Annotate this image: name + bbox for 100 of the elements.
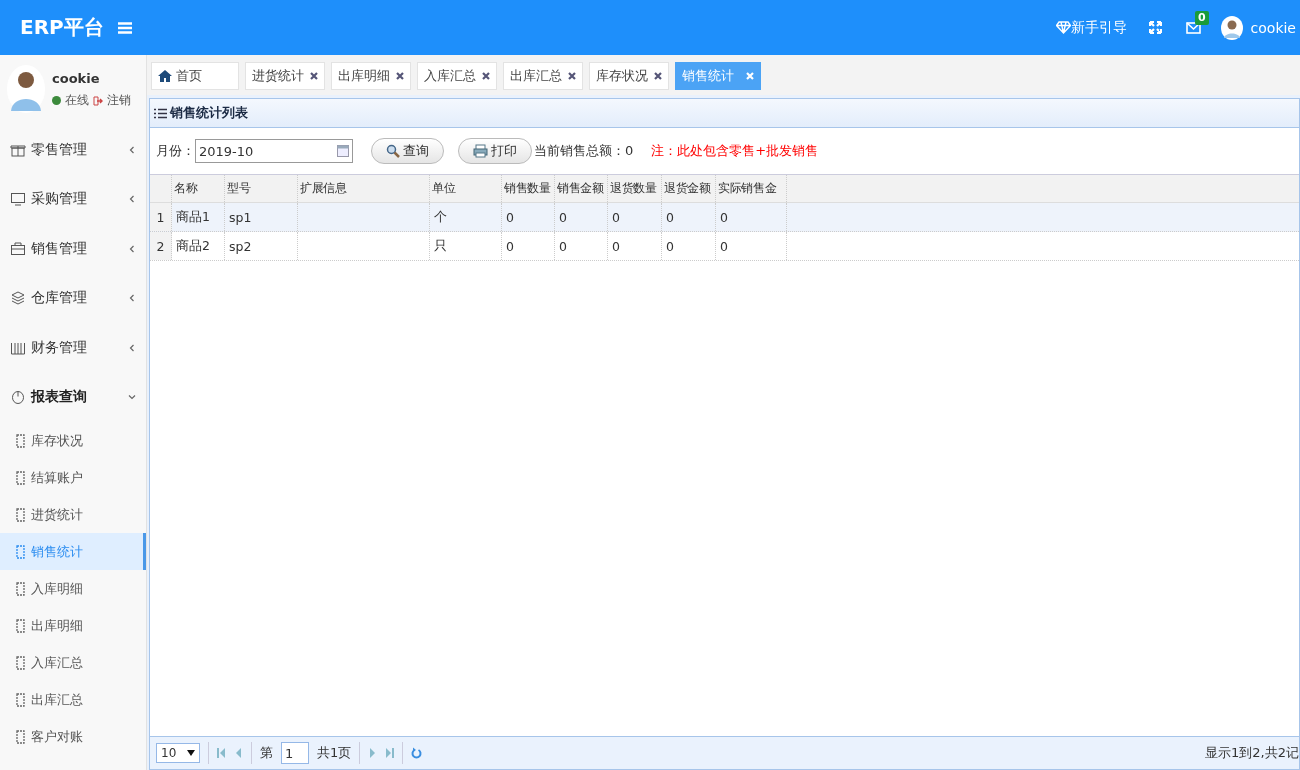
row-number: 2 [150, 232, 172, 260]
table-cell: 0 [608, 203, 662, 231]
book-icon [16, 692, 25, 707]
menu-group-icon [10, 240, 26, 257]
menu-group[interactable]: 财务管理 [0, 323, 146, 373]
sales-total-text: 当前销售总额：0 [534, 142, 634, 160]
search-icon [386, 144, 400, 158]
query-button[interactable]: 查询 [371, 138, 444, 164]
table-cell: 0 [608, 232, 662, 260]
tab[interactable]: 首页 [151, 62, 239, 90]
menu-item[interactable]: 结算账户 [0, 459, 146, 496]
chevron-icon [128, 393, 136, 402]
column-header[interactable]: 单位 [430, 175, 502, 202]
table-cell: 0 [555, 203, 608, 231]
chevron-icon [128, 343, 136, 352]
book-icon [16, 507, 25, 522]
menu-item[interactable]: 入库汇总 [0, 644, 146, 681]
column-header[interactable]: 名称 [172, 175, 225, 202]
table-cell: 只 [430, 232, 502, 260]
table-cell: 商品1 [172, 203, 225, 231]
column-header[interactable]: 销售数量 [502, 175, 555, 202]
page-prefix: 第 [260, 744, 273, 762]
column-header[interactable]: 销售金额 [555, 175, 608, 202]
chevron-icon [128, 244, 136, 253]
note-text: 注：此处包含零售+批发销售 [651, 142, 819, 160]
column-header[interactable]: 型号 [225, 175, 298, 202]
menu-group[interactable]: 零售管理 [0, 125, 146, 175]
tab[interactable]: 入库汇总 [417, 62, 497, 90]
mail-icon[interactable] [1185, 21, 1201, 34]
app-logo: ERP平台 [20, 14, 104, 41]
table-cell: 0 [502, 232, 555, 260]
avatar-icon[interactable] [1220, 15, 1243, 40]
row-number: 1 [150, 203, 172, 231]
tab[interactable]: 出库明细 [331, 62, 411, 90]
print-button[interactable]: 打印 [458, 138, 532, 164]
refresh-icon[interactable] [411, 747, 423, 759]
table-cell: 商品2 [172, 232, 225, 260]
logout-icon[interactable] [93, 95, 103, 106]
table-cell: 0 [662, 232, 716, 260]
table-cell: sp2 [225, 232, 298, 260]
status-text: 在线 [65, 92, 89, 109]
book-icon [16, 729, 25, 744]
menu-group-icon [10, 290, 26, 307]
table-cell: 0 [716, 232, 787, 260]
month-field[interactable]: 2019-10 [195, 139, 353, 163]
online-status-icon [52, 96, 61, 105]
menu-item[interactable]: 出库汇总 [0, 681, 146, 718]
close-icon[interactable] [654, 72, 662, 80]
column-header[interactable]: 退货金额 [662, 175, 716, 202]
menu-item[interactable]: 出库明细 [0, 607, 146, 644]
close-icon[interactable] [482, 72, 490, 80]
fullscreen-icon[interactable] [1148, 21, 1162, 34]
chevron-icon [128, 195, 136, 204]
menu-icon[interactable] [117, 21, 132, 34]
tab[interactable]: 出库汇总 [503, 62, 583, 90]
column-header[interactable]: 退货数量 [608, 175, 662, 202]
book-icon [16, 470, 25, 485]
home-icon [158, 70, 172, 82]
tab[interactable]: 进货统计 [245, 62, 325, 90]
menu-item[interactable]: 进货统计 [0, 496, 146, 533]
menu-item[interactable]: 库存状况 [0, 422, 146, 459]
page-size-select[interactable]: 10 [156, 743, 200, 763]
close-icon[interactable] [310, 72, 318, 80]
list-icon [154, 107, 167, 119]
previous-page-icon[interactable] [234, 748, 243, 758]
calendar-icon[interactable] [337, 145, 349, 157]
menu-group[interactable]: 采购管理 [0, 174, 146, 224]
table-cell: 0 [716, 203, 787, 231]
menu-group[interactable]: 报表查询 [0, 372, 146, 422]
logout-link[interactable]: 注销 [107, 92, 131, 109]
next-page-icon[interactable] [368, 748, 378, 758]
total-pages: 共1页 [317, 744, 352, 762]
menu-group-icon [10, 191, 26, 208]
first-page-icon[interactable] [217, 748, 226, 758]
book-icon [16, 655, 25, 670]
table-cell: 个 [430, 203, 502, 231]
menu-group[interactable]: 仓库管理 [0, 273, 146, 323]
book-icon [16, 544, 25, 559]
tab[interactable]: 库存状况 [589, 62, 669, 90]
diamond-icon[interactable] [1055, 21, 1071, 34]
column-header[interactable]: 实际销售金 [716, 175, 787, 202]
menu-group-icon [10, 389, 26, 406]
last-page-icon[interactable] [385, 748, 395, 758]
book-icon [16, 618, 25, 633]
month-label: 月份： [156, 142, 195, 160]
menu-group[interactable]: 销售管理 [0, 224, 146, 274]
close-icon[interactable] [568, 72, 576, 80]
close-icon[interactable] [396, 72, 404, 80]
printer-icon [473, 144, 488, 158]
table-cell: 0 [662, 203, 716, 231]
chevron-icon [128, 145, 136, 154]
panel-title: 销售统计列表 [170, 104, 248, 122]
page-input[interactable]: 1 [281, 742, 309, 764]
message-count-badge: 0 [1194, 11, 1209, 25]
menu-item[interactable]: 客户对账 [0, 718, 146, 755]
column-header[interactable]: 扩展信息 [298, 175, 430, 202]
record-summary: 显示1到2,共2记 [1205, 744, 1299, 762]
menu-item[interactable]: 入库明细 [0, 570, 146, 607]
avatar-icon [6, 65, 46, 113]
table-cell: 0 [555, 232, 608, 260]
